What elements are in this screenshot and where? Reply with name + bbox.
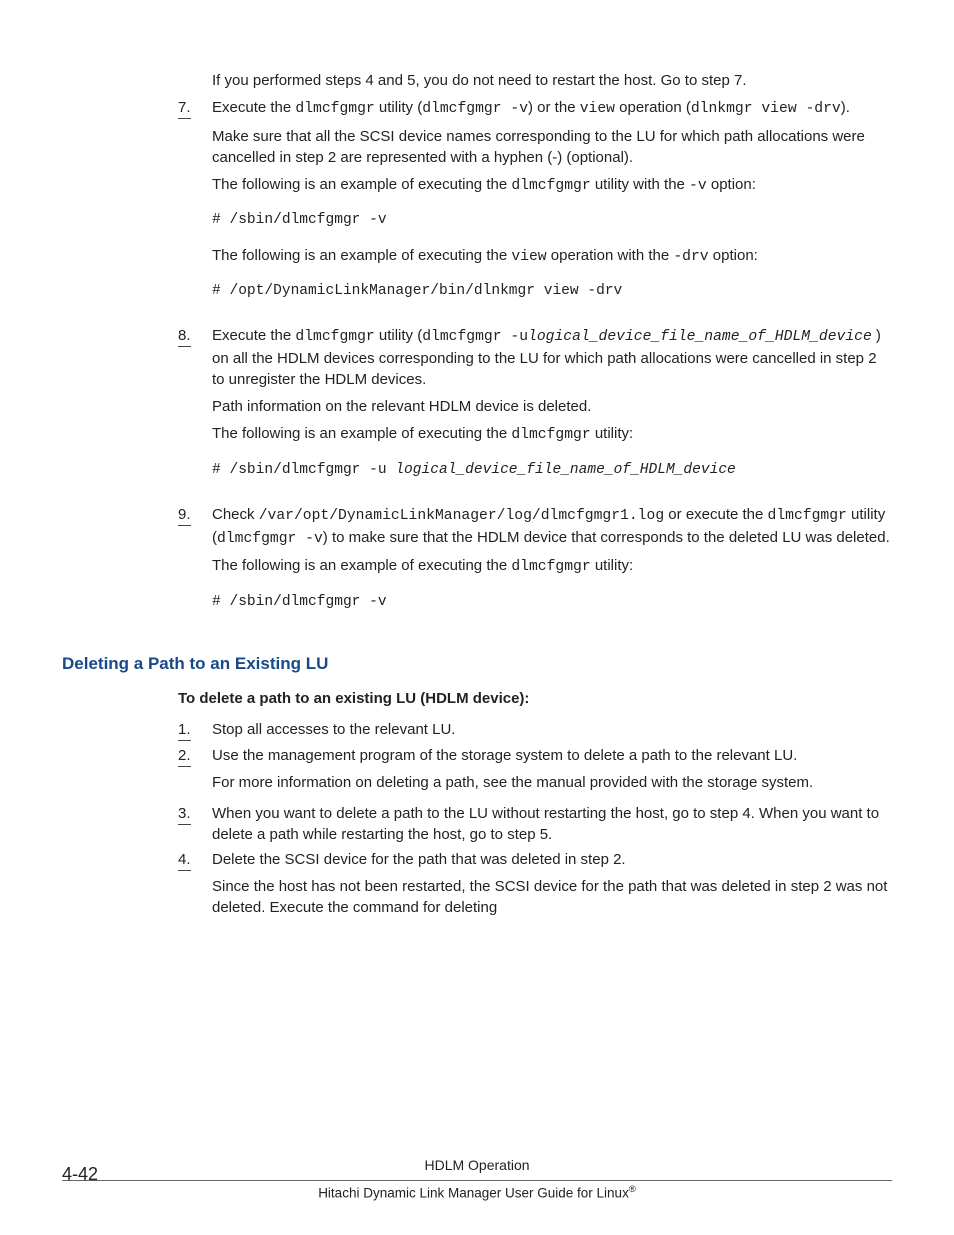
list-number: 4.	[178, 849, 191, 871]
code-inline: dlmcfgmgr	[511, 559, 590, 575]
paragraph: Execute the dlmcfgmgr utility (dlmcfgmgr…	[212, 97, 892, 120]
paragraph: When you want to delete a path to the LU…	[212, 803, 892, 845]
code-inline: dlmcfgmgr -u	[422, 329, 528, 345]
divider	[62, 1180, 892, 1181]
paragraph: Since the host has not been restarted, t…	[212, 876, 892, 918]
page-footer: HDLM Operation Hitachi Dynamic Link Mana…	[0, 1156, 954, 1203]
code-inline: dlmcfgmgr	[768, 508, 847, 524]
list-item-2: 2. Use the management program of the sto…	[178, 745, 892, 799]
list-item-7: 7. Execute the dlmcfgmgr utility (dlmcfg…	[178, 97, 892, 315]
paragraph: The following is an example of executing…	[212, 423, 892, 446]
code-block: # /sbin/dlmcfgmgr -v	[212, 210, 892, 230]
subheading: To delete a path to an existing LU (HDLM…	[178, 688, 892, 709]
list-item-1: 1. Stop all accesses to the relevant LU.	[178, 719, 892, 741]
list-number: 1.	[178, 719, 191, 741]
paragraph: The following is an example of executing…	[212, 555, 892, 578]
code-inline: dlmcfgmgr -v	[422, 101, 528, 117]
list-number: 3.	[178, 803, 191, 825]
code-inline: view	[511, 249, 546, 265]
code-inline: dlnkmgr view -drv	[691, 101, 841, 117]
list-number: 8.	[178, 325, 191, 347]
paragraph: The following is an example of executing…	[212, 245, 892, 268]
footer-title: HDLM Operation	[0, 1156, 954, 1176]
code-inline: dlmcfgmgr	[511, 427, 590, 443]
code-inline: dlmcfgmgr	[511, 178, 590, 194]
code-inline: dlmcfgmgr	[295, 101, 374, 117]
code-inline: -v	[689, 178, 707, 194]
code-block: # /sbin/dlmcfgmgr -u logical_device_file…	[212, 460, 892, 480]
code-inline: view	[580, 101, 615, 117]
paragraph: Path information on the relevant HDLM de…	[212, 396, 892, 417]
document-body: If you performed steps 4 and 5, you do n…	[0, 0, 954, 924]
code-inline: -drv	[673, 249, 708, 265]
paragraph: Make sure that all the SCSI device names…	[212, 126, 892, 168]
code-inline: dlmcfgmgr -v	[217, 531, 323, 547]
paragraph: Stop all accesses to the relevant LU.	[212, 719, 892, 741]
paragraph: Check /var/opt/DynamicLinkManager/log/dl…	[212, 504, 892, 549]
list-item-4: 4. Delete the SCSI device for the path t…	[178, 849, 892, 924]
code-inline: dlmcfgmgr	[295, 329, 374, 345]
code-inline: /var/opt/DynamicLinkManager/log/dlmcfgmg…	[259, 508, 664, 524]
code-inline: logical_device_file_name_of_HDLM_device	[528, 329, 872, 345]
list-item-9: 9. Check /var/opt/DynamicLinkManager/log…	[178, 504, 892, 626]
paragraph: If you performed steps 4 and 5, you do n…	[178, 70, 892, 91]
list-item-8: 8. Execute the dlmcfgmgr utility (dlmcfg…	[178, 325, 892, 494]
paragraph: For more information on deleting a path,…	[212, 772, 892, 793]
code-block: # /opt/DynamicLinkManager/bin/dlnkmgr vi…	[212, 281, 892, 301]
paragraph: Execute the dlmcfgmgr utility (dlmcfgmgr…	[212, 325, 892, 390]
list-item-3: 3. When you want to delete a path to the…	[178, 803, 892, 845]
footer-subtitle: Hitachi Dynamic Link Manager User Guide …	[0, 1183, 954, 1203]
paragraph: Delete the SCSI device for the path that…	[212, 849, 892, 870]
code-block: # /sbin/dlmcfgmgr -v	[212, 592, 892, 612]
list-number: 9.	[178, 504, 191, 526]
paragraph: Use the management program of the storag…	[212, 745, 892, 766]
paragraph: The following is an example of executing…	[212, 174, 892, 197]
list-number: 2.	[178, 745, 191, 767]
section-heading: Deleting a Path to an Existing LU	[62, 652, 892, 676]
list-number: 7.	[178, 97, 191, 119]
